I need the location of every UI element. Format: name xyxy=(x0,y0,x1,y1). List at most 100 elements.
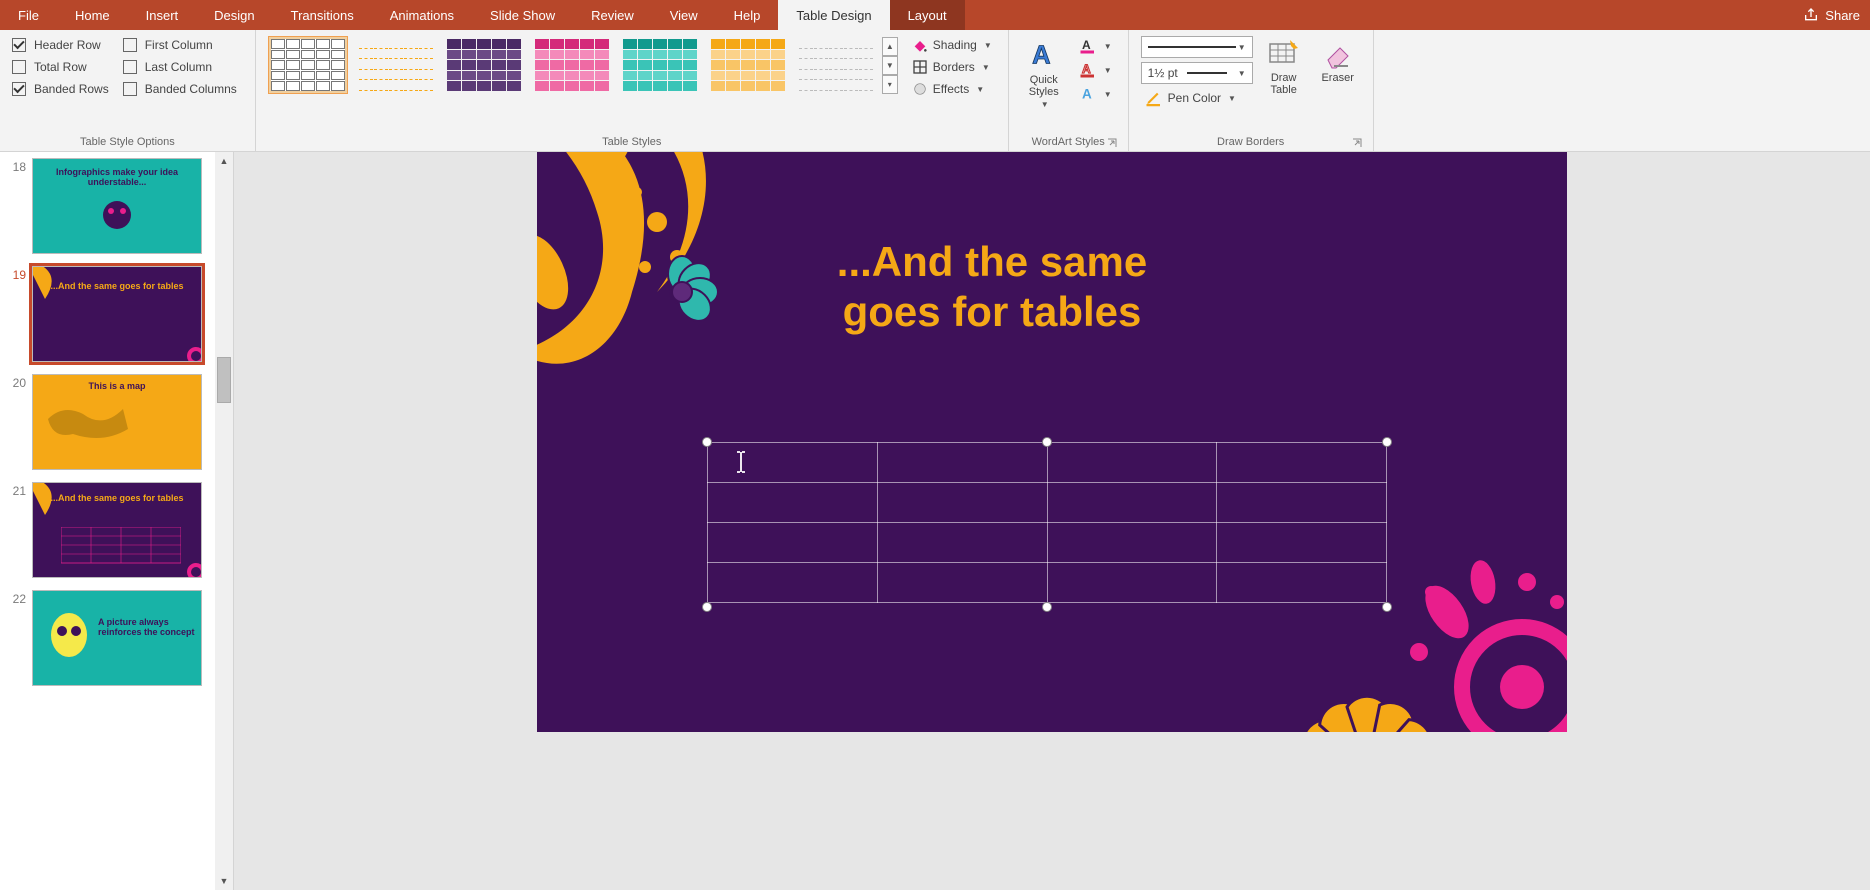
tab-transitions[interactable]: Transitions xyxy=(273,0,372,30)
tab-view[interactable]: View xyxy=(652,0,716,30)
slide-thumb-18[interactable]: 18 Infographics make your idea understab… xyxy=(0,152,215,260)
shading-button[interactable]: Shading▼ xyxy=(908,36,996,54)
slide-title[interactable]: ...And the same goes for tables xyxy=(537,237,1447,338)
slide-thumb-image: Infographics make your idea understable.… xyxy=(32,158,202,254)
paint-bucket-icon xyxy=(912,37,928,53)
ribbon: Header Row Total Row Banded Rows First C… xyxy=(0,30,1870,152)
check-banded-columns-label: Banded Columns xyxy=(145,82,237,96)
gallery-next-button[interactable]: ▼ xyxy=(882,56,898,75)
group-table-styles: ▲ ▼ ▾ Shading▼ Borders▼ Effects▼ xyxy=(256,30,1009,151)
pen-weight-select[interactable]: 1½ pt ▼ xyxy=(1141,62,1253,84)
pen-color-button[interactable]: Pen Color▼ xyxy=(1141,88,1253,108)
scroll-thumb[interactable] xyxy=(217,357,231,403)
pen-color-icon xyxy=(1145,89,1163,107)
text-cursor-icon xyxy=(740,450,742,474)
svg-text:A: A xyxy=(1082,87,1092,102)
tab-table-design[interactable]: Table Design xyxy=(778,0,889,30)
eraser-button[interactable]: Eraser xyxy=(1311,34,1365,88)
draw-table-label: Draw Table xyxy=(1259,72,1309,96)
main-area: 18 Infographics make your idea understab… xyxy=(0,152,1870,890)
tab-review[interactable]: Review xyxy=(573,0,652,30)
quick-styles-button[interactable]: A Quick Styles▼ xyxy=(1017,34,1071,113)
svg-text:A: A xyxy=(1082,38,1091,52)
slide-canvas[interactable]: ...And the same goes for tables xyxy=(234,152,1870,890)
slide: ...And the same goes for tables xyxy=(537,152,1567,732)
check-header-row[interactable]: Header Row xyxy=(12,38,109,52)
check-last-column-label: Last Column xyxy=(145,60,212,74)
table-style-3[interactable] xyxy=(444,36,524,94)
wordart-a-icon: A xyxy=(1027,38,1061,72)
scroll-up-button[interactable]: ▲ xyxy=(215,152,233,170)
group-label-wordart: WordArt Styles xyxy=(1017,134,1120,151)
table-row[interactable] xyxy=(708,523,1387,563)
check-banded-rows-label: Banded Rows xyxy=(34,82,109,96)
slide-thumbnails-panel: 18 Infographics make your idea understab… xyxy=(0,152,234,890)
table-style-4[interactable] xyxy=(532,36,612,94)
share-icon xyxy=(1803,7,1819,23)
draw-dialog-launcher-icon[interactable] xyxy=(1351,137,1363,149)
table-row[interactable] xyxy=(708,443,1387,483)
tab-slide-show[interactable]: Slide Show xyxy=(472,0,573,30)
pen-color-label: Pen Color xyxy=(1168,91,1221,105)
table-style-1[interactable] xyxy=(268,36,348,94)
check-total-row[interactable]: Total Row xyxy=(12,60,109,74)
selection-handle[interactable] xyxy=(702,437,712,447)
check-banded-columns[interactable]: Banded Columns xyxy=(123,82,237,96)
slide-number: 22 xyxy=(2,590,26,686)
slide-thumb-21[interactable]: 21 ...And the same goes for tables xyxy=(0,476,215,584)
check-first-column[interactable]: First Column xyxy=(123,38,237,52)
table-row[interactable] xyxy=(708,483,1387,523)
pen-line-icon xyxy=(1148,44,1236,50)
check-banded-rows[interactable]: Banded Rows xyxy=(12,82,109,96)
gallery-more-button[interactable]: ▾ xyxy=(882,75,898,94)
check-last-column[interactable]: Last Column xyxy=(123,60,237,74)
text-outline-button[interactable]: A▼ xyxy=(1075,60,1116,80)
text-outline-icon: A xyxy=(1079,61,1097,79)
selection-handle[interactable] xyxy=(1042,602,1052,612)
gallery-prev-button[interactable]: ▲ xyxy=(882,37,898,56)
shading-label: Shading xyxy=(933,38,977,52)
tab-help[interactable]: Help xyxy=(716,0,779,30)
selection-handle[interactable] xyxy=(1382,437,1392,447)
share-label: Share xyxy=(1825,8,1860,23)
effects-button[interactable]: Effects▼ xyxy=(908,80,996,98)
table-row[interactable] xyxy=(708,563,1387,603)
check-first-column-label: First Column xyxy=(145,38,213,52)
table-style-7[interactable] xyxy=(796,36,876,94)
tab-home[interactable]: Home xyxy=(57,0,128,30)
slide-thumb-19[interactable]: 19 ...And the same goes for tables xyxy=(0,260,215,368)
slide-table[interactable] xyxy=(707,442,1387,603)
group-wordart-styles: A Quick Styles▼ A▼ A▼ A▼ WordArt Styles xyxy=(1009,30,1129,151)
table-style-2[interactable] xyxy=(356,36,436,94)
check-header-row-label: Header Row xyxy=(34,38,101,52)
tab-insert[interactable]: Insert xyxy=(128,0,197,30)
table-style-6[interactable] xyxy=(708,36,788,94)
pen-weight-value: 1½ pt xyxy=(1148,66,1178,80)
orange-flower-icon xyxy=(1297,652,1437,732)
pen-style-select[interactable]: ▼ xyxy=(1141,36,1253,58)
slide-thumb-20[interactable]: 20 This is a map xyxy=(0,368,215,476)
share-button[interactable]: Share xyxy=(1803,0,1860,30)
scroll-down-button[interactable]: ▼ xyxy=(215,872,233,890)
slide-thumb-image: ...And the same goes for tables xyxy=(32,266,202,362)
group-label-tso: Table Style Options xyxy=(8,134,247,151)
selection-handle[interactable] xyxy=(1042,437,1052,447)
tab-design[interactable]: Design xyxy=(196,0,272,30)
slide-number: 18 xyxy=(2,158,26,254)
tab-layout[interactable]: Layout xyxy=(890,0,965,30)
slide-number: 20 xyxy=(2,374,26,470)
wordart-dialog-launcher-icon[interactable] xyxy=(1106,137,1118,149)
selection-handle[interactable] xyxy=(702,602,712,612)
text-effects-button[interactable]: A▼ xyxy=(1075,84,1116,104)
table-style-5[interactable] xyxy=(620,36,700,94)
slide-number: 19 xyxy=(2,266,26,362)
tab-file[interactable]: File xyxy=(0,0,57,30)
slide-title-line2: goes for tables xyxy=(537,287,1447,337)
borders-button[interactable]: Borders▼ xyxy=(908,58,996,76)
slide-thumb-22[interactable]: 22 A picture always reinforces the conce… xyxy=(0,584,215,692)
thumbnails-scrollbar[interactable]: ▲ ▼ xyxy=(215,152,233,890)
tab-animations[interactable]: Animations xyxy=(372,0,472,30)
group-label-draw: Draw Borders xyxy=(1137,134,1365,151)
text-fill-button[interactable]: A▼ xyxy=(1075,36,1116,56)
draw-table-button[interactable]: Draw Table xyxy=(1257,34,1311,100)
